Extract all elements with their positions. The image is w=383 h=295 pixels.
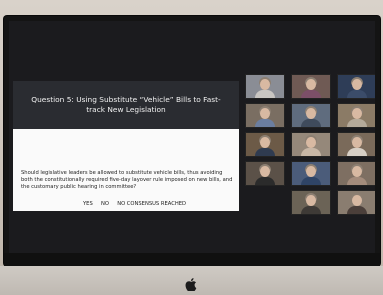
participant-face <box>352 137 362 148</box>
participant-video-tile[interactable] <box>291 190 331 215</box>
participant-face <box>352 195 362 206</box>
participant-face <box>260 79 270 90</box>
slide-answers: YES NO NO CONSENSUS REACHED <box>83 201 187 207</box>
participant-body <box>255 90 275 98</box>
participant-video-tile[interactable] <box>337 74 375 99</box>
participant-body <box>255 148 275 156</box>
participant-video-tile[interactable] <box>245 74 285 99</box>
apple-logo-icon <box>185 278 197 291</box>
participant-face <box>352 166 362 177</box>
participant-video-tile[interactable] <box>337 132 375 157</box>
participant-video-tile[interactable] <box>291 161 331 186</box>
participant-body <box>255 119 275 127</box>
participant-body <box>301 177 321 185</box>
participant-face <box>260 137 270 148</box>
participant-face <box>260 166 270 177</box>
participant-video-tile[interactable] <box>291 132 331 157</box>
slide-question: Should legislative leaders be allowed to… <box>21 170 233 191</box>
monitor-screen: Question 5: Using Substitute “Vehicle” B… <box>9 21 375 253</box>
participant-video-tile[interactable] <box>245 161 285 186</box>
participant-face <box>306 137 316 148</box>
participant-body <box>301 90 321 98</box>
slide-title: Question 5: Using Substitute “Vehicle” B… <box>13 81 239 129</box>
participant-video-tile[interactable] <box>337 190 375 215</box>
participant-face <box>306 195 316 206</box>
participant-body <box>301 148 321 156</box>
participant-body <box>347 148 367 156</box>
monitor: Question 5: Using Substitute “Vehicle” B… <box>4 16 380 266</box>
presentation-slide: Question 5: Using Substitute “Vehicle” B… <box>13 81 239 211</box>
participant-video-tile[interactable] <box>245 103 285 128</box>
participant-face <box>352 108 362 119</box>
participant-video-tile[interactable] <box>291 74 331 99</box>
participant-body <box>347 90 367 98</box>
participant-body <box>301 119 321 127</box>
participant-body <box>347 119 367 127</box>
participant-video-tile[interactable] <box>337 161 375 186</box>
participant-body <box>347 206 367 214</box>
participant-video-tile[interactable] <box>337 103 375 128</box>
monitor-chin <box>4 253 380 266</box>
participant-body <box>347 177 367 185</box>
participant-face <box>352 79 362 90</box>
participant-body <box>301 206 321 214</box>
participant-video-tile[interactable] <box>291 103 331 128</box>
participant-face <box>306 79 316 90</box>
participant-face <box>306 166 316 177</box>
participant-face <box>260 108 270 119</box>
participant-video-tile[interactable] <box>245 132 285 157</box>
participant-body <box>255 177 275 185</box>
video-gallery <box>245 74 375 234</box>
participant-face <box>306 108 316 119</box>
